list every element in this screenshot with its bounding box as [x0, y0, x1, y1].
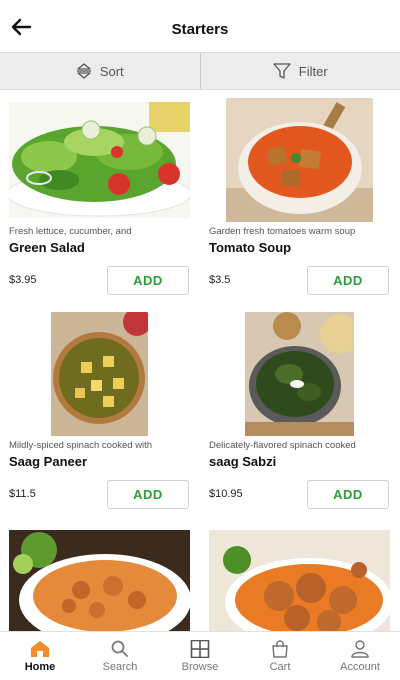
bottom-tab-bar: Home Search Browse Cart Account: [0, 631, 400, 680]
tab-label: Search: [102, 660, 138, 673]
tab-label: Browse: [181, 660, 219, 673]
filter-icon: [273, 62, 291, 79]
grid-icon: [190, 639, 210, 658]
tab-search[interactable]: Search: [80, 632, 160, 680]
tab-cart[interactable]: Cart: [240, 632, 320, 680]
add-button[interactable]: ADD: [307, 480, 389, 509]
tab-browse[interactable]: Browse: [160, 632, 240, 680]
product-grid: Fresh lettuce, cucumber, and Green Salad…: [0, 90, 400, 631]
product-description: Garden fresh tomatoes warm soup: [209, 226, 356, 237]
product-name: Green Salad: [9, 240, 85, 255]
tab-label: Home: [24, 660, 56, 673]
add-button[interactable]: ADD: [307, 266, 389, 295]
saag-sabzi-image: [245, 312, 354, 436]
product-name: Tomato Soup: [209, 240, 292, 255]
saag-paneer-image: [51, 312, 148, 436]
filter-button[interactable]: Filter: [199, 53, 400, 89]
product-description: Mildly-spiced spinach cooked with: [9, 440, 153, 451]
tab-home[interactable]: Home: [0, 632, 80, 680]
product-price: $10.95: [209, 488, 243, 500]
tab-label: Account: [340, 660, 380, 673]
person-icon: [351, 639, 369, 658]
filter-label: Filter: [298, 63, 328, 79]
tab-label: Cart: [269, 660, 291, 673]
sort-filter-bar: Sort Filter: [0, 52, 400, 90]
product-description: Fresh lettuce, cucumber, and: [9, 226, 132, 237]
product-price: $3.95: [9, 274, 37, 286]
add-button[interactable]: ADD: [107, 480, 189, 509]
tab-account[interactable]: Account: [320, 632, 400, 680]
sort-label: Sort: [99, 63, 124, 79]
product-price: $3.5: [209, 274, 231, 286]
kofta-dish-image: [209, 530, 390, 631]
sort-button[interactable]: Sort: [0, 53, 200, 89]
bag-icon: [272, 639, 288, 658]
product-name: saag Sabzi: [209, 454, 277, 469]
curry-dish-image: [9, 530, 190, 631]
home-icon: [31, 640, 49, 657]
sort-icon: [76, 63, 91, 79]
add-button[interactable]: ADD: [107, 266, 189, 295]
product-name: Saag Paneer: [9, 454, 88, 469]
tomato-soup-image: [226, 98, 373, 222]
product-price: $11.5: [9, 488, 36, 500]
product-description: Delicately-flavored spinach cooked: [209, 440, 356, 451]
green-salad-image: [9, 102, 190, 218]
search-icon: [111, 640, 128, 657]
page-title: Starters: [171, 21, 229, 38]
app-header: Starters: [0, 0, 400, 52]
